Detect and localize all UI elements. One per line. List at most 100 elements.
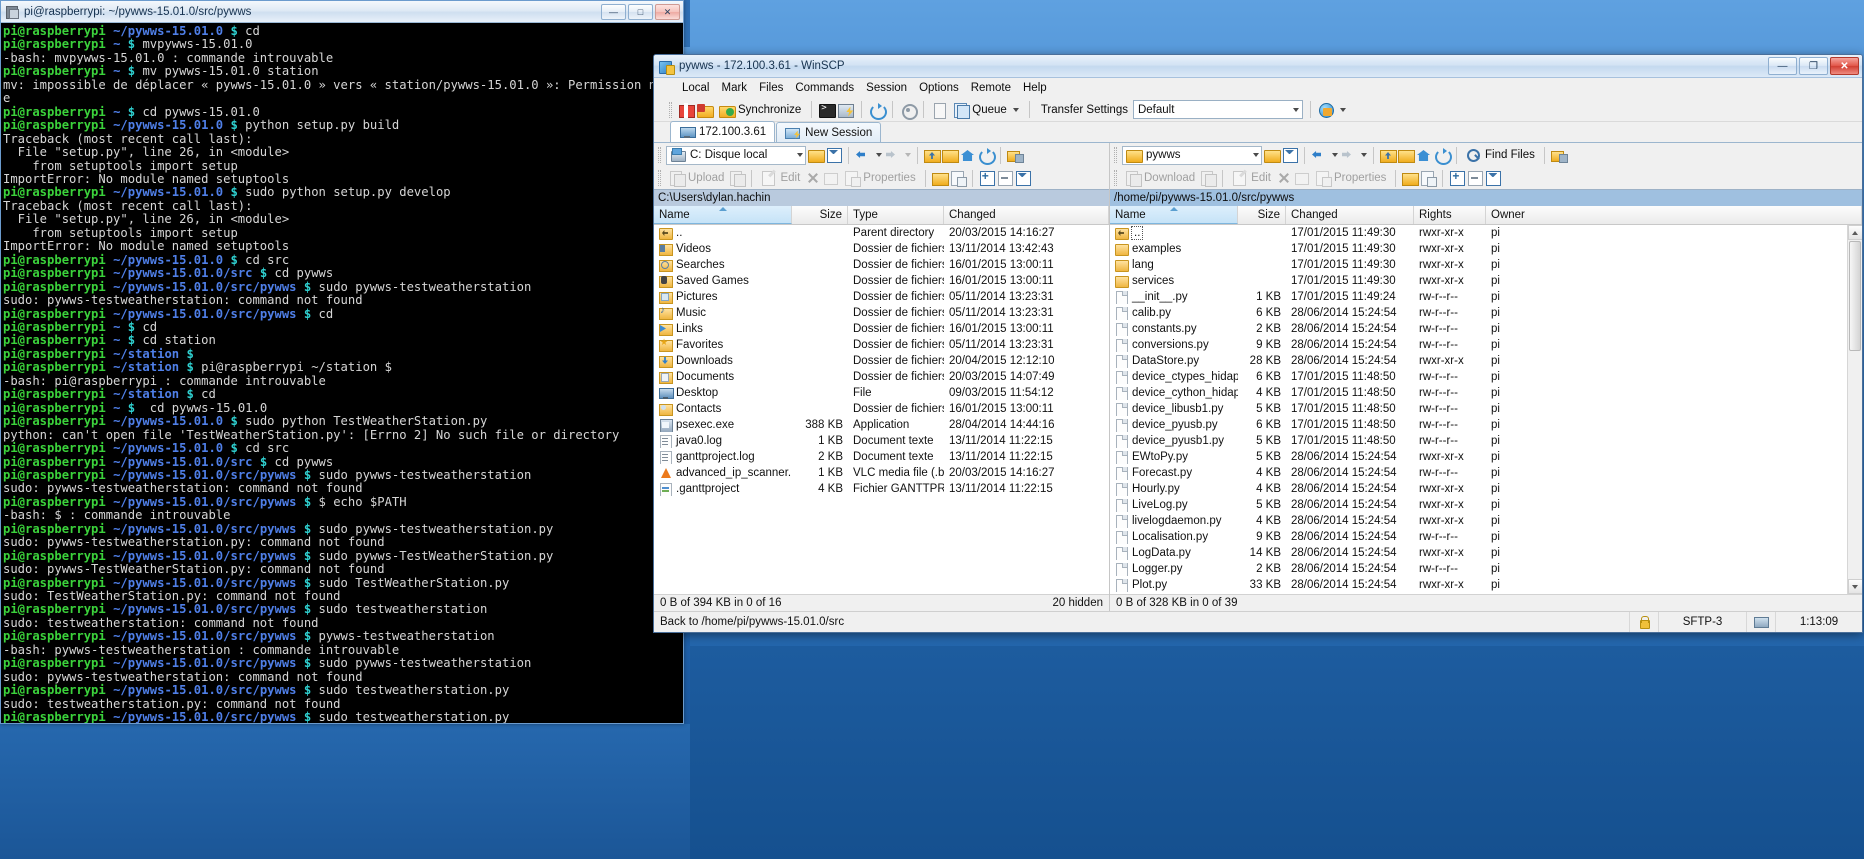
remote-bookmark-icon[interactable] [1550, 147, 1568, 163]
table-row[interactable]: Contacts Dossier de fichiers 16/01/2015 13… [654, 401, 1109, 417]
table-row[interactable]: device_ctypes_hidapi.... 6 KB 17/01/2015 1… [1110, 369, 1862, 385]
menu-item-help[interactable]: Help [1017, 80, 1053, 96]
remote-directory-select[interactable]: pywws [1122, 145, 1262, 165]
table-row[interactable]: device_pyusb.py 6 KB 17/01/2015 11:48:50 rw… [1110, 417, 1862, 433]
local-home-directory-icon[interactable] [960, 147, 976, 163]
session-tab-host[interactable]: 172.100.3.61 [670, 121, 776, 142]
table-row[interactable]: __init__.py 1 KB 17/01/2015 11:49:24 rw-r--… [1110, 289, 1862, 305]
winscp-close-button[interactable]: ✕ [1830, 57, 1859, 75]
table-row[interactable]: Plot.py 33 KB 28/06/2014 15:24:54 rwxr-xr-x… [1110, 577, 1862, 593]
table-row[interactable]: calib.py 6 KB 28/06/2014 15:24:54 rw-r--r--… [1110, 305, 1862, 321]
table-row[interactable]: EWtoPy.py 5 KB 28/06/2014 15:24:54 rwxr-xr-… [1110, 449, 1862, 465]
terminal-output[interactable]: pi@raspberrypi ~/pywws-15.01.0 $ cd pi@ra… [1, 23, 683, 723]
column-header-size[interactable]: Size [792, 206, 848, 224]
queue-button[interactable]: Queue [950, 101, 1022, 119]
preferences-gear-icon[interactable] [900, 102, 919, 120]
refresh-icon[interactable] [869, 102, 888, 120]
menu-item-mark[interactable]: Mark [716, 80, 754, 96]
find-files-button[interactable]: Find Files [1463, 146, 1538, 164]
local-toolbar-grip[interactable] [658, 147, 661, 163]
table-row[interactable]: device_libusb1.py 5 KB 17/01/2015 11:48:50… [1110, 401, 1862, 417]
local-file-toolbar-grip[interactable] [658, 170, 661, 186]
globe-chevron-down-icon[interactable] [1339, 107, 1346, 112]
open-putty-icon[interactable] [838, 102, 855, 118]
transfer-settings-globe-icon[interactable] [1318, 102, 1334, 118]
table-row[interactable]: advanced_ip_scanner.... 1 KB VLC media fil… [654, 465, 1109, 481]
remote-forward-icon[interactable] [1340, 147, 1356, 163]
remote-forward-chevron-down-icon[interactable] [1361, 153, 1367, 157]
local-select-icon[interactable] [979, 169, 995, 186]
menu-item-commands[interactable]: Commands [789, 80, 860, 96]
remote-unselect-icon[interactable] [1467, 170, 1484, 186]
table-row[interactable]: Localisation.py 9 KB 28/06/2014 15:24:54 rw… [1110, 529, 1862, 545]
remote-file-list[interactable]: .. 17/01/2015 11:49:30 rwxr-xr-x pi examples… [1110, 225, 1862, 594]
table-row[interactable]: java0.log 1 KB Document texte 13/11/2014 11… [654, 433, 1109, 449]
table-row[interactable]: livelogdaemon.py 4 KB 28/06/2014 15:24:54 r… [1110, 513, 1862, 529]
remote-back-chevron-down-icon[interactable] [1332, 153, 1338, 157]
remote-edit-button[interactable]: Edit [1229, 169, 1274, 187]
local-refresh-icon[interactable] [978, 147, 996, 165]
download-button[interactable]: Download [1122, 169, 1198, 187]
column-header-changed[interactable]: Changed [944, 206, 1109, 224]
remote-rename-icon[interactable] [1294, 170, 1310, 186]
local-bookmark-icon[interactable] [1007, 147, 1024, 163]
remote-path-bar[interactable]: /home/pi/pywws-15.01.0/src/pywws [1110, 189, 1862, 206]
winscp-minimize-button[interactable]: — [1768, 57, 1797, 75]
remote-filter-icon[interactable] [1282, 147, 1298, 163]
remote-drive-chevron-down-icon[interactable] [1253, 153, 1259, 157]
column-header-size[interactable]: Size [1238, 206, 1286, 224]
local-unselect-icon[interactable] [997, 170, 1013, 186]
remote-home-directory-icon[interactable] [1416, 147, 1432, 163]
keep-remote-dir-up-to-date-icon[interactable] [697, 102, 714, 118]
table-row[interactable]: .ganttproject 4 KB Fichier GANTTPR... 13/11… [654, 481, 1109, 497]
local-selection-filter-icon[interactable] [1015, 170, 1031, 186]
table-row[interactable]: services 17/01/2015 11:49:30 rwxr-xr-x pi [1110, 273, 1862, 289]
scroll-up-arrow-icon[interactable] [1847, 225, 1862, 240]
remote-selection-filter-icon[interactable] [1485, 170, 1502, 186]
remote-new-file-icon[interactable] [1420, 170, 1438, 187]
session-tab-new-session[interactable]: New Session [776, 122, 882, 142]
upload-options-icon[interactable] [729, 170, 747, 187]
local-new-folder-icon[interactable] [931, 170, 949, 186]
open-console-icon[interactable] [819, 102, 837, 118]
winscp-maximize-button[interactable]: ❐ [1799, 57, 1828, 75]
remote-vertical-scrollbar[interactable] [1847, 225, 1862, 594]
rename-icon[interactable] [823, 170, 839, 186]
table-row[interactable]: Forecast.py 4 KB 28/06/2014 15:24:54 rw-r--… [1110, 465, 1862, 481]
menu-item-session[interactable]: Session [860, 80, 913, 96]
local-back-chevron-down-icon[interactable] [876, 153, 882, 157]
column-header-type[interactable]: Type [848, 206, 944, 224]
table-row[interactable]: lang 17/01/2015 11:49:30 rwxr-xr-x pi [1110, 257, 1862, 273]
table-row[interactable]: Desktop File 09/03/2015 11:54:12 [654, 385, 1109, 401]
queue-log-icon[interactable] [931, 102, 947, 119]
queue-chevron-down-icon[interactable] [1012, 107, 1019, 112]
column-header-changed[interactable]: Changed [1286, 206, 1414, 224]
terminal-minimize-button[interactable]: — [601, 4, 626, 20]
scroll-down-arrow-icon[interactable] [1847, 579, 1862, 594]
table-row[interactable]: Searches Dossier de fichiers 16/01/2015 13… [654, 257, 1109, 273]
table-row[interactable]: Documents Dossier de fichiers 20/03/2015 1… [654, 369, 1109, 385]
table-row[interactable]: DataStore.py 28 KB 28/06/2014 15:24:54 rwxr… [1110, 353, 1862, 369]
upload-button[interactable]: Upload [666, 169, 727, 187]
local-root-directory-icon[interactable] [942, 147, 959, 163]
scrollbar-thumb[interactable] [1849, 241, 1861, 351]
local-parent-directory-icon[interactable] [924, 147, 941, 163]
column-header-owner[interactable]: Owner [1486, 206, 1862, 224]
table-row[interactable]: Music Dossier de fichiers 05/11/2014 13:23… [654, 305, 1109, 321]
menu-item-options[interactable]: Options [913, 80, 965, 96]
table-row[interactable]: Links Dossier de fichiers 16/01/2015 13:00… [654, 321, 1109, 337]
remote-properties-button[interactable]: Properties [1312, 169, 1389, 187]
delete-icon[interactable] [805, 170, 821, 186]
chevron-down-icon[interactable] [1292, 107, 1299, 112]
local-back-icon[interactable] [855, 147, 871, 163]
transfer-settings-select[interactable]: Default [1132, 100, 1303, 119]
table-row[interactable]: Videos Dossier de fichiers 13/11/2014 13:4… [654, 241, 1109, 257]
table-row[interactable]: device_pyusb1.py 5 KB 17/01/2015 11:48:50 r… [1110, 433, 1862, 449]
table-row[interactable]: Downloads Dossier de fichiers 20/04/2015 1… [654, 353, 1109, 369]
table-row[interactable]: .. 17/01/2015 11:49:30 rwxr-xr-x pi [1110, 225, 1862, 241]
remote-parent-directory-icon[interactable] [1380, 147, 1397, 163]
table-row[interactable]: Pictures Dossier de fichiers 05/11/2014 13… [654, 289, 1109, 305]
synchronize-browsing-icon[interactable] [678, 102, 695, 118]
local-drive-chevron-down-icon[interactable] [797, 153, 803, 157]
table-row[interactable]: Saved Games Dossier de fichiers 16/01/2015… [654, 273, 1109, 289]
